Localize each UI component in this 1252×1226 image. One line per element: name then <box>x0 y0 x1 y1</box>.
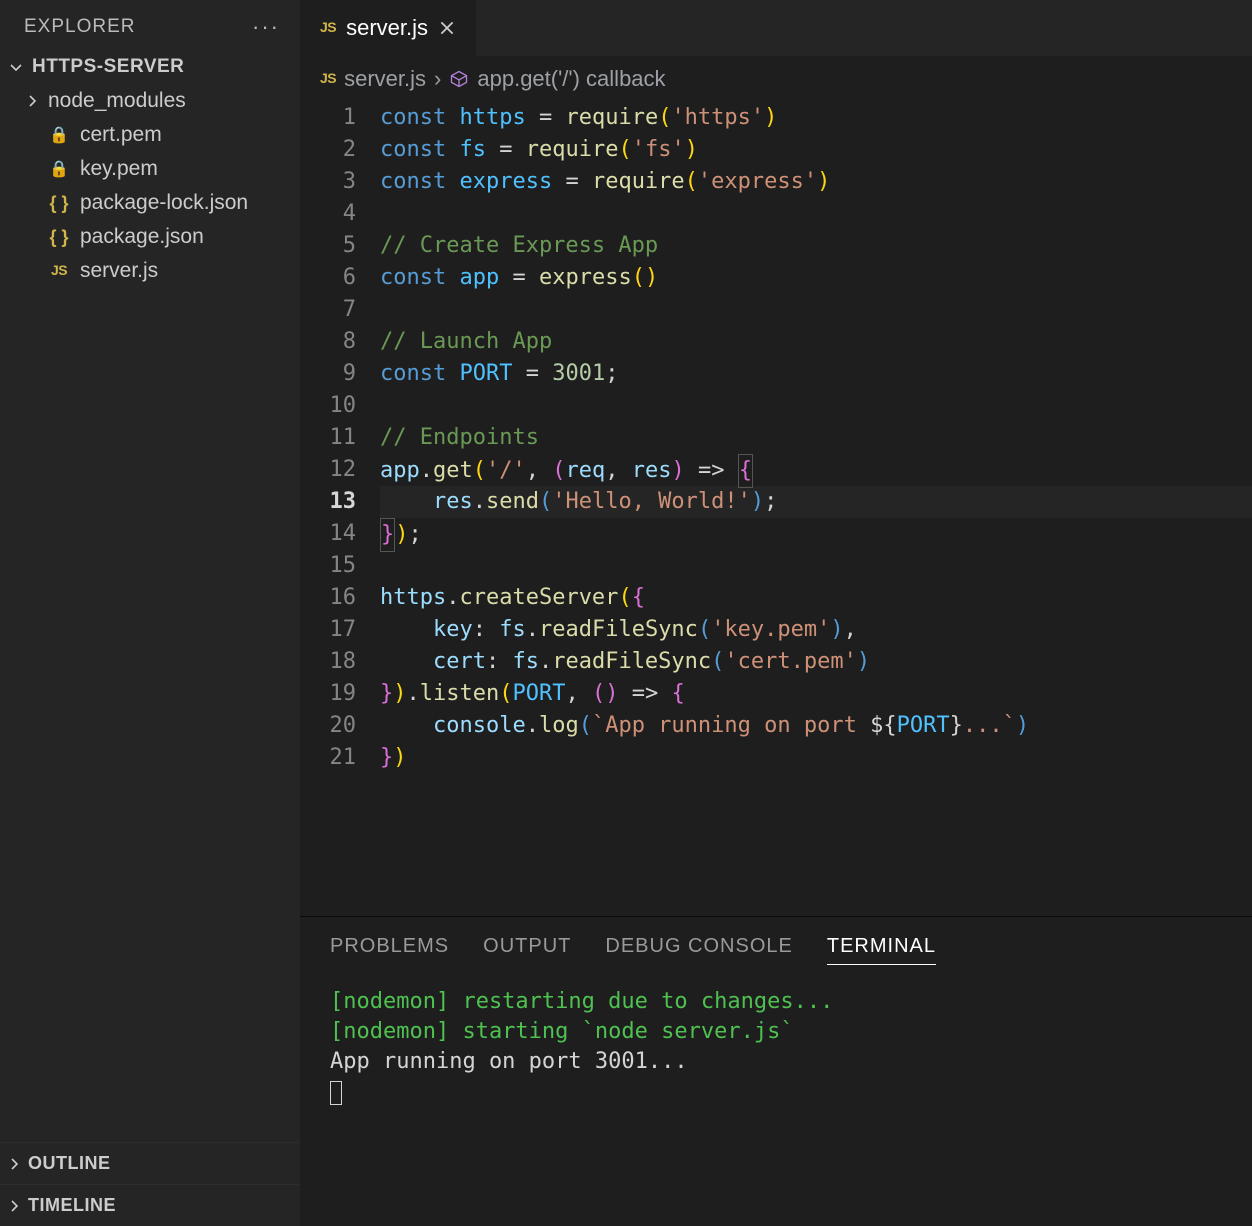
panel-tab-bar: PROBLEMS OUTPUT DEBUG CONSOLE TERMINAL <box>300 917 1252 973</box>
file-label: package-lock.json <box>80 191 248 215</box>
panel-tab-debug-console[interactable]: DEBUG CONSOLE <box>605 935 792 965</box>
chevron-right-icon <box>24 93 40 109</box>
editor-area: JS server.js JS server.js › app.get('/')… <box>300 0 1252 1226</box>
breadcrumb-file: server.js <box>344 66 426 92</box>
close-icon[interactable] <box>438 19 456 37</box>
code-editor[interactable]: 123456789101112131415161718192021 const … <box>300 102 1252 916</box>
explorer-title: EXPLORER <box>24 16 135 38</box>
file-label: node_modules <box>48 89 186 113</box>
file-server-js[interactable]: JS server.js <box>0 254 300 288</box>
breadcrumb[interactable]: JS server.js › app.get('/') callback <box>300 56 1252 102</box>
outline-panel-toggle[interactable]: OUTLINE <box>0 1142 300 1184</box>
bottom-panel: PROBLEMS OUTPUT DEBUG CONSOLE TERMINAL [… <box>300 916 1252 1226</box>
folder-node-modules[interactable]: node_modules <box>0 84 300 118</box>
breadcrumb-symbol: app.get('/') callback <box>477 66 665 92</box>
tab-server-js[interactable]: JS server.js <box>300 0 476 56</box>
code-content[interactable]: const https = require('https')const fs =… <box>380 102 1252 916</box>
braces-icon: { } <box>48 227 70 248</box>
project-header[interactable]: HTTPS-SERVER <box>0 50 300 84</box>
js-icon: JS <box>320 19 336 35</box>
panel-label: OUTLINE <box>28 1153 111 1174</box>
file-key-pem[interactable]: 🔒 key.pem <box>0 152 300 186</box>
project-name: HTTPS-SERVER <box>32 56 184 78</box>
file-package-json[interactable]: { } package.json <box>0 220 300 254</box>
panel-tab-problems[interactable]: PROBLEMS <box>330 935 449 965</box>
js-icon: JS <box>320 70 336 86</box>
tab-bar: JS server.js <box>300 0 1252 56</box>
file-label: server.js <box>80 259 158 283</box>
lock-icon: 🔒 <box>48 125 70 145</box>
chevron-right-icon <box>6 1198 22 1214</box>
chevron-down-icon <box>8 59 24 75</box>
line-number-gutter: 123456789101112131415161718192021 <box>300 102 380 916</box>
chevron-right-icon <box>6 1156 22 1172</box>
js-icon: JS <box>48 262 70 278</box>
timeline-panel-toggle[interactable]: TIMELINE <box>0 1184 300 1226</box>
explorer-more-icon[interactable]: ··· <box>252 14 280 40</box>
explorer-sidebar: EXPLORER ··· HTTPS-SERVER node_modules 🔒… <box>0 0 300 1226</box>
tab-label: server.js <box>346 15 428 41</box>
file-label: key.pem <box>80 157 158 181</box>
method-icon <box>449 69 469 89</box>
terminal-output[interactable]: [nodemon] restarting due to changes...[n… <box>300 973 1252 1226</box>
lock-icon: 🔒 <box>48 159 70 179</box>
panel-tab-output[interactable]: OUTPUT <box>483 935 571 965</box>
braces-icon: { } <box>48 193 70 214</box>
panel-tab-terminal[interactable]: TERMINAL <box>827 935 936 965</box>
file-label: cert.pem <box>80 123 162 147</box>
panel-label: TIMELINE <box>28 1195 116 1216</box>
file-package-lock-json[interactable]: { } package-lock.json <box>0 186 300 220</box>
breadcrumb-separator: › <box>434 66 441 92</box>
file-cert-pem[interactable]: 🔒 cert.pem <box>0 118 300 152</box>
file-label: package.json <box>80 225 204 249</box>
file-tree: node_modules 🔒 cert.pem 🔒 key.pem { } pa… <box>0 84 300 1142</box>
